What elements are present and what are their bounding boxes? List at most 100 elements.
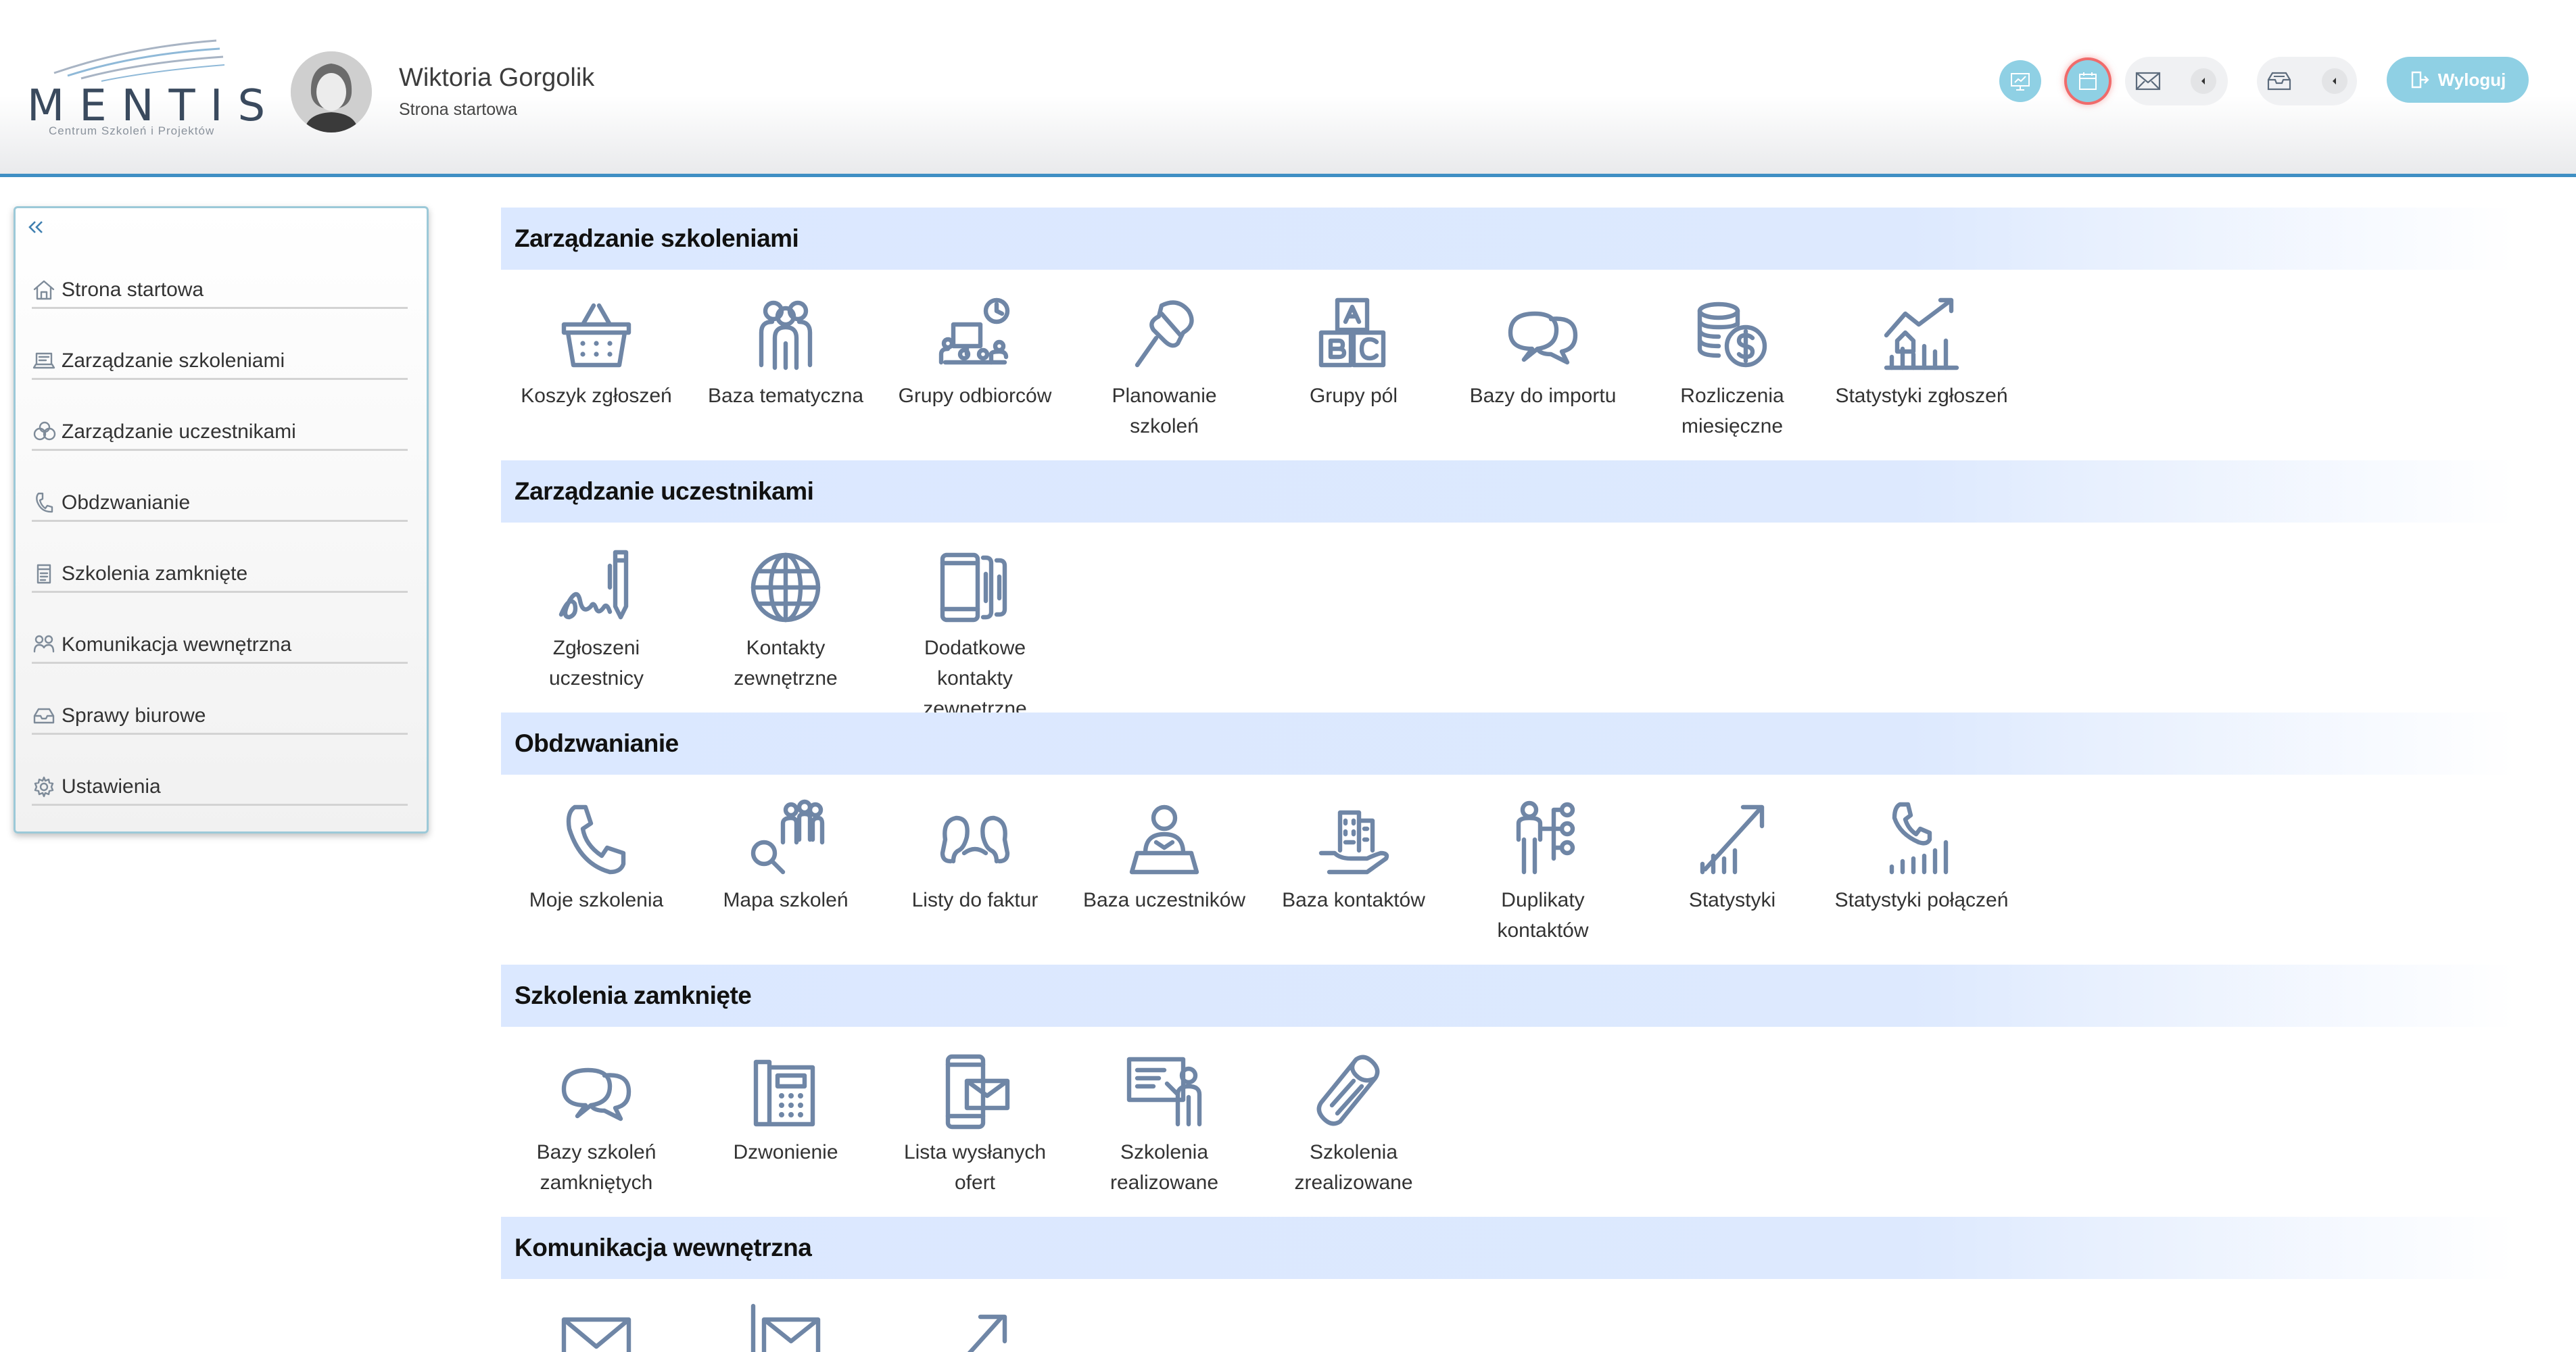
tile-planowanie-szkolen[interactable]: Planowanie szkoleń [1076, 293, 1252, 455]
tile-szkolenia-zrealizowane[interactable]: Szkolenia zrealizowane [1266, 1049, 1441, 1211]
tile-moje-szkolenia[interactable]: Moje szkolenia [508, 797, 684, 959]
calendar-icon [2079, 72, 2097, 90]
section-header-obdzwanianie: Obdzwanianie [501, 713, 2516, 775]
tile-grupy-odbiorcow[interactable]: Grupy odbiorców [887, 293, 1063, 455]
sidebar-item-komunikacja-wewnetrzna[interactable]: Komunikacja wewnętrzna [32, 627, 408, 664]
phones-icon [932, 545, 1018, 630]
sidebar-item-obdzwanianie[interactable]: Obdzwanianie [32, 485, 408, 522]
tile-label: Statystyki zgłoszeń [1835, 385, 2008, 407]
audience-icon [932, 293, 1018, 378]
tile-label: Szkolenia realizowane [1110, 1141, 1219, 1194]
sidebar-item-ustawienia[interactable]: Ustawienia [32, 769, 408, 806]
tile-label: Grupy pól [1309, 385, 1398, 407]
tile-komunikacja-3[interactable] [887, 1301, 1063, 1352]
group-icon [743, 293, 828, 378]
collapse-sidebar-button[interactable] [22, 214, 49, 241]
tile-koszyk-zgloszen[interactable]: Koszyk zgłoszeń [508, 293, 684, 455]
pin-icon [1122, 293, 1207, 378]
mobile-mail-icon [932, 1049, 1018, 1134]
tile-label: Bazy do importu [1469, 385, 1617, 407]
tile-mapa-szkolen[interactable]: Mapa szkoleń [698, 797, 874, 959]
tile-komunikacja-2[interactable] [698, 1301, 874, 1352]
section-header-zarzadzanie-szkoleniami: Zarządzanie szkoleniami [501, 208, 2516, 270]
tile-duplikaty-kontaktow[interactable]: Duplikaty kontaktów [1455, 797, 1631, 959]
tile-label: Baza uczestników [1082, 889, 1246, 911]
sidebar-item-strona-startowa[interactable]: Strona startowa [32, 272, 408, 309]
tile-baza-tematyczna[interactable]: Baza tematyczna [698, 293, 874, 455]
avatar[interactable] [291, 51, 372, 132]
search-people-icon [743, 797, 828, 882]
signature-icon [554, 545, 639, 630]
tile-label: Dzwonienie [733, 1141, 838, 1163]
section-header-szkolenia-zamkniete: Szkolenia zamknięte [501, 965, 2516, 1027]
section-header-komunikacja-wewnetrzna: Komunikacja wewnętrzna [501, 1217, 2516, 1279]
tile-label: Mapa szkoleń [723, 889, 849, 911]
tile-zgloszeni-uczestnicy[interactable]: Zgłoszeni uczestnicy [508, 545, 684, 707]
tile-label: Statystyki połączeń [1834, 889, 2009, 911]
mail-list-icon [743, 1301, 828, 1352]
chat-bubbles-icon [554, 1049, 639, 1134]
presenter-icon [1122, 1049, 1207, 1134]
mail-button[interactable] [2127, 60, 2169, 102]
phone-icon [32, 489, 62, 516]
laptop-icon [32, 347, 62, 375]
tile-label: Rozliczenia miesięczne [1680, 385, 1784, 437]
tile-dzwonienie[interactable]: Dzwonienie [698, 1049, 874, 1211]
tile-lista-wyslanych-ofert[interactable]: Lista wysłanych ofert [887, 1049, 1063, 1211]
envelope-icon [554, 1301, 639, 1352]
book-icon [32, 560, 62, 587]
logout-label: Wyloguj [2437, 69, 2506, 90]
tile-dodatkowe-kontakty-zewnetrzne[interactable]: Dodatkowe kontakty zewnętrzne [887, 545, 1063, 717]
logo-swoosh-icon [53, 39, 225, 82]
tile-baza-uczestnikow[interactable]: Baza uczestników [1076, 797, 1252, 959]
inbox-button[interactable] [2258, 60, 2300, 102]
tile-statystyki-polaczen[interactable]: Statystyki połączeń [1834, 797, 2009, 959]
tile-statystyki[interactable]: Statystyki [1644, 797, 1820, 959]
tile-label: Zgłoszeni uczestnicy [548, 637, 644, 690]
double-chevron-left-icon [28, 221, 43, 233]
tile-bazy-szkolen-zamknietych[interactable]: Bazy szkoleń zamkniętych [508, 1049, 684, 1211]
tile-grupy-pol[interactable]: Grupy pól [1266, 293, 1441, 455]
tile-label: Bazy szkoleń zamkniętych [536, 1141, 657, 1194]
sidebar: Strona startowa Zarządzanie szkoleniami … [14, 206, 429, 834]
tile-label: Listy do faktur [911, 889, 1039, 911]
abc-blocks-icon [1311, 293, 1396, 378]
mentis-logo[interactable]: MENTIS Centrum Szkoleń i Projektów [27, 34, 265, 142]
presentation-icon [2011, 73, 2030, 91]
section-header-zarzadzanie-uczestnikami: Zarządzanie uczestnikami [501, 460, 2516, 523]
building-hand-icon [1311, 797, 1396, 882]
tile-baza-kontaktow[interactable]: Baza kontaktów [1266, 797, 1441, 959]
tile-bazy-do-importu[interactable]: Bazy do importu [1455, 293, 1631, 455]
sidebar-item-zarzadzanie-szkoleniami[interactable]: Zarządzanie szkoleniami [32, 343, 408, 380]
phone-signal-icon [1879, 797, 1964, 882]
calendar-button[interactable] [2067, 60, 2109, 102]
two-people-icon [932, 797, 1018, 882]
trend-arrow-icon [1690, 797, 1775, 882]
chevron-left-icon [2201, 78, 2205, 84]
tile-rozliczenia-miesieczne[interactable]: Rozliczenia miesięczne [1644, 293, 1820, 455]
tile-label: Lista wysłanych ofert [903, 1141, 1047, 1194]
person-desk-icon [1122, 797, 1207, 882]
top-header: MENTIS Centrum Szkoleń i Projektów Wikto… [0, 0, 2576, 177]
home-icon [32, 276, 62, 304]
tile-listy-do-faktur[interactable]: Listy do faktur [887, 797, 1063, 959]
sidebar-item-zarzadzanie-uczestnikami[interactable]: Zarządzanie uczestnikami [32, 414, 408, 451]
presentation-button[interactable] [1999, 60, 2041, 102]
inbox-tray-icon [2267, 72, 2291, 91]
tile-kontakty-zewnetrzne[interactable]: Kontakty zewnętrzne [698, 545, 874, 707]
sidebar-item-szkolenia-zamkniete[interactable]: Szkolenia zamknięte [32, 556, 408, 593]
tile-label: Moje szkolenia [529, 889, 664, 911]
inbox-expand-button[interactable] [2322, 68, 2347, 94]
logo-subtitle: Centrum Szkoleń i Projektów [49, 124, 215, 137]
desk-phone-icon [743, 1049, 828, 1134]
gear-icon [32, 773, 62, 800]
tile-szkolenia-realizowane[interactable]: Szkolenia realizowane [1076, 1049, 1252, 1211]
tile-komunikacja-1[interactable] [508, 1301, 684, 1352]
logout-button[interactable]: Wyloguj [2387, 57, 2529, 103]
logo-wordmark: MENTIS [27, 81, 281, 131]
sidebar-item-sprawy-biurowe[interactable]: Sprawy biurowe [32, 698, 408, 735]
share-arrow-icon [932, 1301, 1018, 1352]
mail-expand-button[interactable] [2191, 68, 2216, 94]
tile-label: Baza tematyczna [707, 385, 864, 407]
tile-statystyki-zgloszen[interactable]: Statystyki zgłoszeń [1834, 293, 2009, 455]
